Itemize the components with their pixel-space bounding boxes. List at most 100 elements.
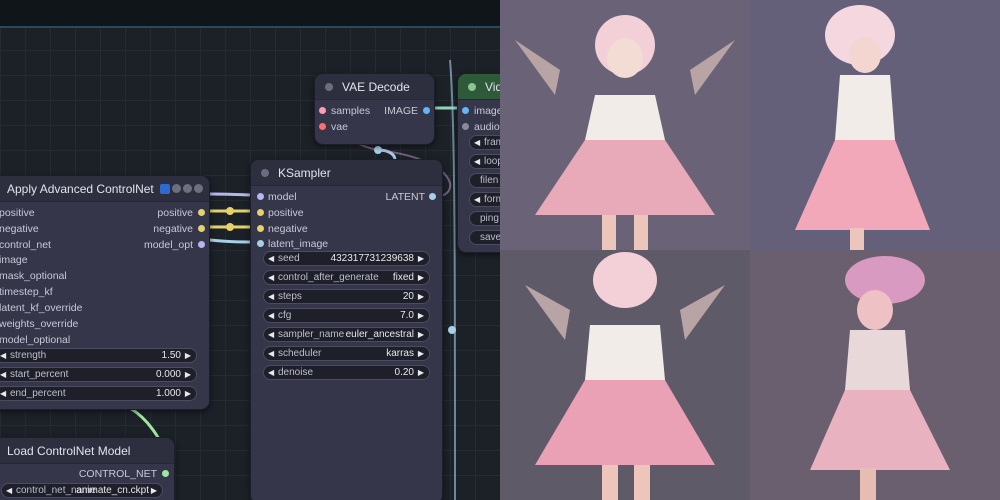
input-negative[interactable]: negative — [0, 222, 39, 236]
decrement-arrow[interactable]: ◀ — [474, 155, 480, 168]
input-label: latent_image — [268, 238, 329, 250]
input-images[interactable]: images — [462, 104, 500, 118]
socket-latent[interactable] — [319, 107, 326, 114]
seed-widget[interactable]: ◀ seed 432317731239638 ▶ — [263, 251, 430, 266]
input-timestep-kf[interactable]: timestep_kf — [0, 285, 53, 299]
decrement-arrow[interactable]: ◀ — [268, 347, 274, 360]
node-header[interactable]: Vide — [458, 74, 500, 100]
input-label: model — [268, 191, 297, 203]
socket-conditioning[interactable] — [257, 225, 264, 232]
input-label: vae — [331, 121, 348, 133]
input-latent-kf-override[interactable]: latent_kf_override — [0, 301, 82, 315]
input-control-net[interactable]: control_net — [0, 238, 51, 252]
end-percent-widget[interactable]: ◀ end_percent 1.000 ▶ — [0, 386, 197, 401]
denoise-widget[interactable]: ◀ denoise 0.20 ▶ — [263, 365, 430, 380]
decrement-arrow[interactable]: ◀ — [268, 271, 274, 284]
socket-vae[interactable] — [319, 123, 326, 130]
scheduler-widget[interactable]: ◀ scheduler karras ▶ — [263, 346, 430, 361]
input-model-optional[interactable]: model_optional — [0, 333, 70, 347]
increment-arrow[interactable]: ▶ — [418, 309, 424, 322]
input-vae[interactable]: vae — [319, 120, 348, 134]
input-model[interactable]: model — [257, 190, 297, 204]
widget-save-output[interactable]: save — [469, 230, 500, 245]
decrement-arrow[interactable]: ◀ — [0, 387, 6, 400]
increment-arrow[interactable]: ▶ — [418, 290, 424, 303]
input-audio[interactable]: audio — [462, 120, 500, 134]
node-header[interactable]: Apply Advanced ControlNet — [0, 176, 209, 202]
socket-latent[interactable] — [429, 193, 436, 200]
output-control-net[interactable]: CONTROL_NET — [78, 467, 169, 481]
control-after-generate-widget[interactable]: ◀ control_after_generate fixed ▶ — [263, 270, 430, 285]
increment-arrow[interactable]: ▶ — [185, 387, 191, 400]
input-latent-image[interactable]: latent_image — [257, 237, 329, 251]
increment-arrow[interactable]: ▶ — [185, 349, 191, 362]
socket-image[interactable] — [462, 107, 469, 114]
input-positive[interactable]: positive — [257, 206, 304, 220]
widget-loop-count[interactable]: ◀loop — [469, 154, 500, 169]
widget-frame-rate[interactable]: ◀fram — [469, 135, 500, 150]
output-image[interactable]: IMAGE — [384, 104, 430, 118]
decrement-arrow[interactable]: ◀ — [0, 349, 6, 362]
cfg-widget[interactable]: ◀ cfg 7.0 ▶ — [263, 308, 430, 323]
output-positive[interactable]: positive — [157, 206, 205, 220]
output-latent[interactable]: LATENT — [386, 190, 436, 204]
socket-model[interactable] — [198, 241, 205, 248]
increment-arrow[interactable]: ▶ — [185, 368, 191, 381]
socket-model[interactable] — [257, 193, 264, 200]
node-header[interactable]: Load ControlNet Model — [0, 438, 174, 464]
decrement-arrow[interactable]: ◀ — [474, 193, 480, 206]
ksampler-node[interactable]: KSampler model positive negative latent_… — [250, 159, 443, 500]
input-samples[interactable]: samples — [319, 104, 370, 118]
vae-decode-node[interactable]: VAE Decode samples vae IMAGE — [314, 73, 435, 145]
increment-arrow[interactable]: ▶ — [418, 271, 424, 284]
steps-widget[interactable]: ◀ steps 20 ▶ — [263, 289, 430, 304]
decrement-arrow[interactable]: ◀ — [268, 366, 274, 379]
control-net-name-widget[interactable]: ◀ control_net_name animate_cn.ckpt ▶ — [1, 483, 163, 498]
node-header[interactable]: VAE Decode — [315, 74, 434, 100]
decrement-arrow[interactable]: ◀ — [268, 309, 274, 322]
increment-arrow[interactable]: ▶ — [418, 328, 424, 341]
decrement-arrow[interactable]: ◀ — [268, 328, 274, 341]
video-combine-node[interactable]: Vide images audio ◀fram ◀loop filen ◀for… — [457, 73, 500, 253]
start-percent-widget[interactable]: ◀ start_percent 0.000 ▶ — [0, 367, 197, 382]
collapse-dot[interactable] — [261, 168, 269, 177]
socket-conditioning[interactable] — [198, 225, 205, 232]
socket-conditioning[interactable] — [198, 209, 205, 216]
input-mask-optional[interactable]: mask_optional — [0, 269, 67, 283]
input-label: audio — [474, 121, 500, 133]
input-negative[interactable]: negative — [257, 222, 308, 236]
node-header[interactable]: KSampler — [251, 160, 442, 186]
widget-format[interactable]: ◀form — [469, 192, 500, 207]
strength-widget[interactable]: ◀ strength 1.50 ▶ — [0, 348, 197, 363]
output-negative[interactable]: negative — [153, 222, 205, 236]
increment-arrow[interactable]: ▶ — [418, 347, 424, 360]
decrement-arrow[interactable]: ◀ — [268, 252, 274, 265]
output-model-opt[interactable]: model_opt — [144, 238, 205, 252]
increment-arrow[interactable]: ▶ — [151, 484, 157, 497]
input-weights-override[interactable]: weights_override — [0, 317, 78, 331]
socket-latent[interactable] — [257, 240, 264, 247]
widget-filename-prefix[interactable]: filen — [469, 173, 500, 188]
increment-arrow[interactable]: ▶ — [418, 252, 424, 265]
sampler-name-widget[interactable]: ◀ sampler_name euler_ancestral ▶ — [263, 327, 430, 342]
output-label: CONTROL_NET — [78, 468, 157, 480]
apply-advanced-controlnet-node[interactable]: Apply Advanced ControlNet positive negat… — [0, 175, 210, 410]
input-image[interactable]: image — [0, 253, 28, 267]
decrement-arrow[interactable]: ◀ — [0, 368, 6, 381]
socket-control-net[interactable] — [162, 470, 169, 477]
load-controlnet-model-node[interactable]: Load ControlNet Model CONTROL_NET ◀ contr… — [0, 437, 175, 500]
input-positive[interactable]: positive — [0, 206, 35, 220]
input-label: model_optional — [0, 334, 71, 346]
collapse-dot[interactable] — [325, 82, 333, 91]
socket-audio[interactable] — [462, 123, 469, 130]
node-graph-canvas[interactable]: VAE Decode samples vae IMAGE Vide images… — [0, 0, 500, 500]
widget-pingpong[interactable]: ping — [469, 211, 500, 226]
socket-image[interactable] — [423, 107, 430, 114]
socket-conditioning[interactable] — [257, 209, 264, 216]
decrement-arrow[interactable]: ◀ — [474, 136, 480, 149]
collapse-dot[interactable] — [468, 82, 476, 91]
increment-arrow[interactable]: ▶ — [418, 366, 424, 379]
node-badge-icon — [171, 184, 181, 193]
decrement-arrow[interactable]: ◀ — [268, 290, 274, 303]
decrement-arrow[interactable]: ◀ — [6, 484, 12, 497]
